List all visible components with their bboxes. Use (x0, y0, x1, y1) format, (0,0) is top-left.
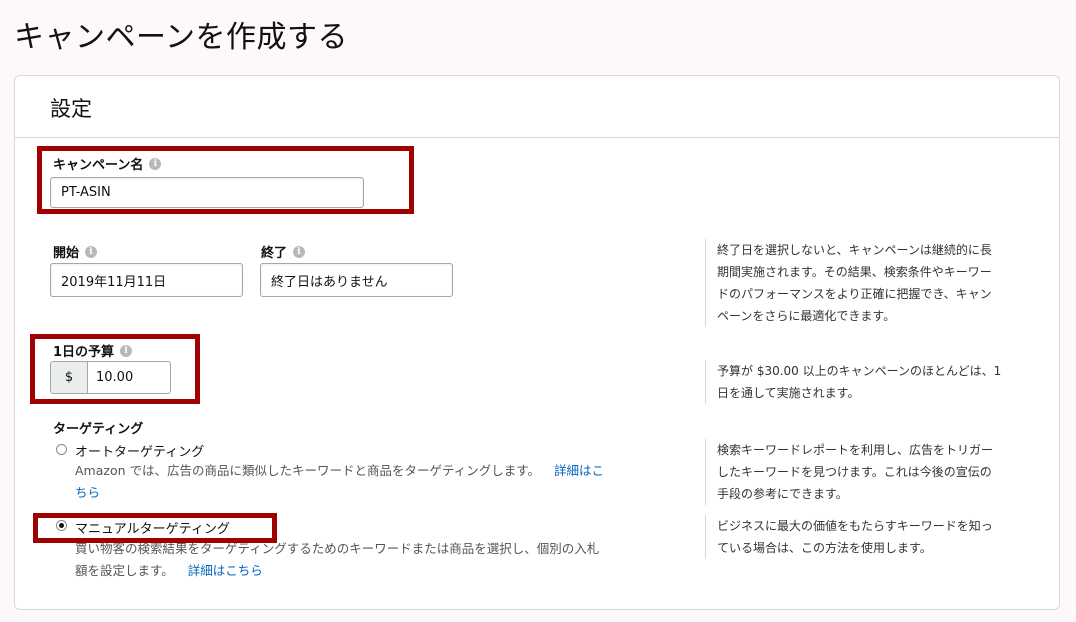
help-line: ペーンをさらに最適化できます。 (717, 309, 896, 323)
dates-help-text: 終了日を選択しないと、キャンペーンは継続的に長 期間実施されます。その結果、検索… (705, 239, 1047, 327)
campaign-name-label: キャンペーン名 i (53, 154, 162, 173)
auto-targeting-help-text: 検索キーワードレポートを利用し、広告をトリガー したキーワードを見つけます。これ… (705, 439, 1047, 505)
help-line: 日を通して実施されます。 (717, 386, 860, 400)
budget-help-text: 予算が $30.00 以上のキャンペーンのほとんどは、1 日を通して実施されます… (705, 360, 1047, 404)
help-line: 予算が $30.00 以上のキャンペーンのほとんどは、1 (717, 364, 1002, 378)
auto-targeting-radio[interactable] (56, 444, 67, 455)
auto-targeting-label[interactable]: オートターゲティング (75, 441, 204, 460)
start-date-value: 2019年11月11日 (61, 274, 167, 290)
campaign-name-value: PT-ASIN (61, 185, 111, 200)
info-icon[interactable]: i (85, 245, 98, 258)
daily-budget-label-text: 1日の予算 (53, 345, 115, 360)
info-icon[interactable]: i (293, 245, 306, 258)
start-date-label: 開始 i (53, 242, 98, 261)
manual-targeting-label[interactable]: マニュアルターゲティング (75, 518, 230, 537)
end-date-label: 終了 i (261, 242, 306, 261)
daily-budget-input[interactable]: $ 10.00 (50, 361, 171, 394)
targeting-heading: ターゲティング (53, 422, 144, 437)
help-line: ビジネスに最大の価値をもたらすキーワードを知っ (717, 519, 993, 533)
daily-budget-label: 1日の予算 i (53, 341, 133, 360)
campaign-name-label-text: キャンペーン名 (53, 158, 144, 173)
help-line: ドのパフォーマンスをより正確に把握でき、キャン (717, 287, 992, 301)
learn-more-link[interactable]: 詳細はこちら (188, 563, 263, 578)
end-date-label-text: 終了 (261, 246, 288, 261)
help-line: 終了日を選択しないと、キャンペーンは継続的に長 (717, 243, 992, 257)
manual-desc-text: 買い物客の検索結果をターゲティングするためのキーワードまたは商品を選択し、個別の… (75, 541, 600, 556)
help-line: 期間実施されます。その結果、検索条件やキーワー (717, 265, 992, 279)
campaign-name-input[interactable]: PT-ASIN (50, 177, 364, 208)
help-line: 手段の参考にできます。 (717, 487, 848, 501)
daily-budget-value[interactable]: 10.00 (88, 362, 170, 393)
section-title: 設定 (50, 97, 92, 121)
end-date-value: 終了日はありません (271, 274, 388, 290)
manual-targeting-description: 買い物客の検索結果をターゲティングするためのキーワードまたは商品を選択し、個別の… (75, 538, 675, 582)
help-line: ている場合は、この方法を使用します。 (717, 541, 932, 555)
help-line: 検索キーワードレポートを利用し、広告をトリガー (717, 443, 994, 457)
currency-prefix: $ (51, 362, 88, 393)
info-icon[interactable]: i (149, 157, 162, 170)
page-title: キャンペーンを作成する (14, 20, 348, 55)
auto-desc-text: Amazon では、広告の商品に類似したキーワードと商品をターゲティングします。 (75, 463, 540, 478)
start-date-label-text: 開始 (53, 246, 80, 261)
manual-targeting-help-text: ビジネスに最大の価値をもたらすキーワードを知っ ている場合は、この方法を使用しま… (705, 515, 1047, 559)
info-icon[interactable]: i (120, 344, 133, 357)
manual-targeting-radio[interactable] (56, 520, 67, 531)
end-date-input[interactable]: 終了日はありません (260, 263, 453, 297)
manual-desc-text: 額を設定します。 (75, 563, 174, 578)
help-line: したキーワードを見つけます。これは今後の宣伝の (717, 465, 992, 479)
learn-more-link[interactable]: 詳細はこ (554, 463, 604, 478)
auto-targeting-description: Amazon では、広告の商品に類似したキーワードと商品をターゲティングします。… (75, 460, 675, 504)
start-date-input[interactable]: 2019年11月11日 (50, 263, 243, 297)
card-header: 設定 (15, 76, 1059, 138)
learn-more-link[interactable]: ちら (75, 485, 100, 500)
